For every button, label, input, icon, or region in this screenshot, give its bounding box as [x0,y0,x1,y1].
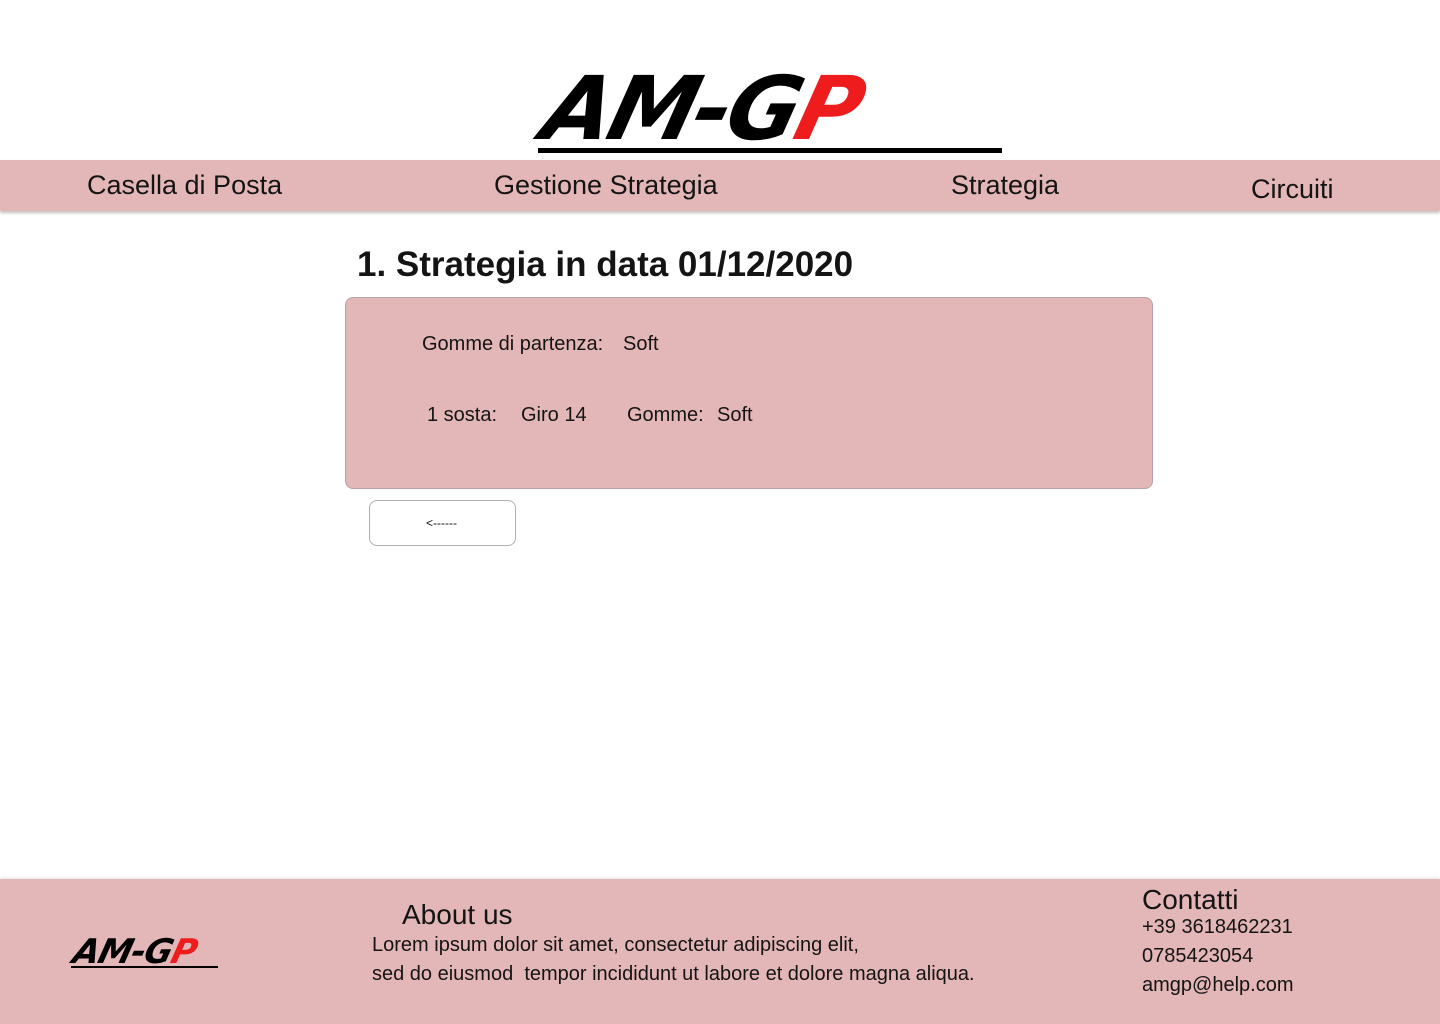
contact-phone-2: 0785423054 [1142,945,1254,967]
nav-item-gestione-strategia[interactable]: Gestione Strategia [494,170,718,201]
pit-stop-lap-value: Giro 14 [521,404,587,426]
about-text: Lorem ipsum dolor sit amet, consectetur … [372,931,975,989]
nav-item-strategia[interactable]: Strategia [951,170,1059,201]
back-button[interactable]: <------ [369,500,516,546]
strategy-card: Gomme di partenza: Soft 1 sosta: Giro 14… [345,297,1153,489]
pit-stop-label: 1 sosta: [427,404,498,426]
page-title: 1. Strategia in data 01/12/2020 [357,245,854,284]
about-line-1: Lorem ipsum dolor sit amet, consectetur … [372,934,859,956]
main-nav: Casella di Posta Gestione Strategia Stra… [0,160,1440,211]
footer-logo-underline [71,966,218,968]
about-line-2: sed do eiusmod tempor incididunt ut labo… [372,963,975,985]
start-tyres-value: Soft [623,333,659,355]
footer-logo-text: AM-GP [69,932,201,972]
about-title: About us [402,899,513,930]
pit-stop-tyres-value: Soft [717,404,753,426]
brand-logo[interactable]: AM-GP [533,57,1004,160]
logo-text-black: AM-G [533,57,812,160]
footer: AM-GP About us Lorem ipsum dolor sit ame… [0,879,1440,1024]
contact-email[interactable]: amgp@help.com [1142,974,1293,997]
nav-item-casella-di-posta[interactable]: Casella di Posta [87,170,282,201]
footer-logo[interactable]: AM-GP [69,932,220,972]
pit-stop-tyres-label: Gomme: [627,404,704,426]
contact-phone-1: +39 3618462231 [1142,916,1293,938]
logo-underline [538,148,1002,153]
logo-text: AM-GP [533,57,873,160]
contact-title: Contatti [1142,884,1239,915]
nav-item-circuiti[interactable]: Circuiti [1251,174,1334,205]
page: AM-GP Casella di Posta Gestione Strategi… [0,0,1440,1024]
start-tyres-label: Gomme di partenza: [422,333,604,355]
